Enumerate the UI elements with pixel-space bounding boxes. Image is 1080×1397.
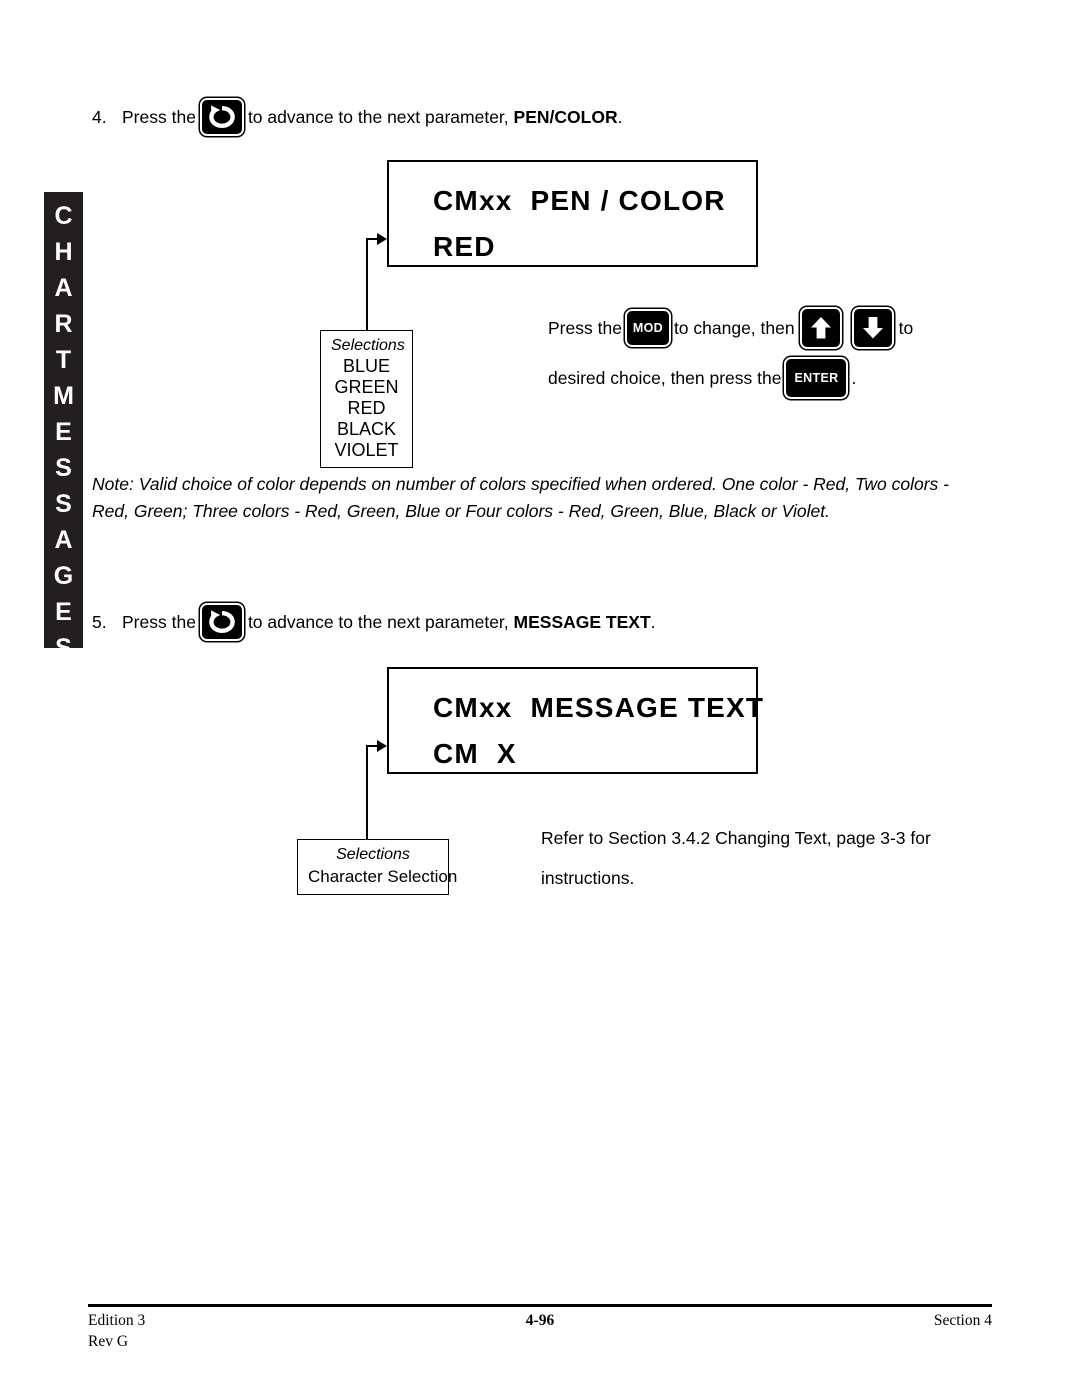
selections-box-character: Selections Character Selection — [297, 839, 458, 895]
lcd-display-pen-color: CMxx PEN / COLOR RED — [387, 160, 758, 267]
tab-letter: T — [55, 346, 72, 374]
step-5-parameter-name: MESSAGE TEXT — [513, 611, 651, 632]
step-5: 5. Press the to advance to the next para… — [92, 603, 656, 641]
connector-arrowhead-2 — [377, 740, 387, 752]
footer-edition-block: Edition 3 Rev G — [88, 1310, 145, 1352]
tab-letter: S — [55, 454, 72, 482]
tab-letter: S — [55, 490, 72, 518]
manual-page: C H A R T M E S S A G E S 4. Press the t… — [0, 0, 1080, 1397]
selection-option: BLUE — [342, 356, 391, 376]
arrow-up-icon — [810, 317, 831, 339]
footer-revision: Rev G — [88, 1333, 129, 1350]
instruction-period: . — [851, 367, 857, 388]
step-4-text-after: . — [617, 106, 623, 127]
section-tab-chart-messages: C H A R T M E S S A G E S — [44, 192, 83, 662]
lcd-display-message-text: CMxx MESSAGE TEXT CM X — [387, 667, 765, 774]
instruction-row-1: Press the MOD to change, then to — [548, 305, 913, 351]
refresh-icon — [209, 610, 235, 634]
footer-section: Section 4 — [933, 1312, 992, 1329]
enter-button[interactable]: ENTER — [784, 357, 849, 399]
tab-letter: H — [54, 238, 73, 266]
step-5-text-after: . — [650, 611, 656, 632]
lcd-line-2: RED — [433, 231, 496, 262]
tab-letter: G — [53, 562, 74, 590]
tab-letter: A — [54, 526, 73, 554]
lcd-line-2: CM X — [433, 738, 517, 769]
step-5-text-before: Press the — [122, 611, 196, 632]
refer-line-1: Refer to Section 3.4.2 Changing Text, pa… — [541, 828, 931, 848]
refer-line-2: instructions. — [541, 868, 635, 888]
selections-box-colors: Selections BLUE GREEN RED BLACK VIOLET — [320, 330, 413, 468]
instruction-block-change-value: Press the MOD to change, then to desired… — [548, 305, 913, 405]
down-arrow-button[interactable] — [851, 307, 894, 349]
footer-divider — [88, 1304, 992, 1307]
selection-option: RED — [347, 398, 386, 418]
step-4: 4. Press the to advance to the next para… — [92, 98, 622, 136]
instruction-to-word: to — [898, 317, 914, 338]
instruction-press-the: Press the — [548, 317, 622, 338]
step-4-number: 4. — [92, 106, 107, 127]
selection-option: GREEN — [334, 377, 399, 397]
footer-page-number: 4-96 — [525, 1312, 555, 1329]
step-5-number: 5. — [92, 611, 107, 632]
selection-option: Character Selection — [308, 867, 458, 886]
tab-letter: R — [54, 310, 73, 338]
tab-letter: E — [55, 418, 72, 446]
instruction-row-2: desired choice, then press the ENTER . — [548, 351, 913, 405]
lcd-line-1: CMxx MESSAGE TEXT — [433, 692, 765, 723]
refer-instruction: Refer to Section 3.4.2 Changing Text, pa… — [541, 818, 931, 898]
selection-option: BLACK — [336, 419, 397, 439]
refresh-icon-button-step5[interactable] — [199, 603, 244, 641]
footer-edition: Edition 3 — [88, 1312, 146, 1329]
tab-letter: M — [53, 382, 74, 410]
selection-option: VIOLET — [334, 440, 399, 460]
lcd-line-1: CMxx PEN / COLOR — [433, 185, 726, 216]
instruction-to-change-then: to change, then — [673, 317, 795, 338]
step-4-parameter-name: PEN/COLOR — [513, 106, 618, 127]
step-4-text-middle: to advance to the next parameter, — [247, 106, 509, 127]
tab-letter: A — [54, 274, 73, 302]
enter-button-label: ENTER — [794, 371, 839, 385]
connector-arrowhead-1 — [377, 233, 387, 245]
selections-heading: Selections — [336, 846, 410, 863]
note-color-availability: Note: Valid choice of color depends on n… — [92, 474, 949, 521]
selections-heading: Selections — [331, 337, 405, 354]
step-4-text-before: Press the — [122, 106, 196, 127]
mod-button-label: MOD — [632, 321, 663, 335]
arrow-down-icon — [862, 317, 883, 339]
tab-letter: S — [55, 634, 72, 662]
step-5-text-middle: to advance to the next parameter, — [247, 611, 509, 632]
tab-letter: C — [54, 202, 73, 230]
mod-button[interactable]: MOD — [624, 309, 671, 347]
tab-letter: E — [55, 598, 72, 626]
up-arrow-button[interactable] — [799, 307, 842, 349]
refresh-icon — [209, 105, 235, 129]
instruction-desired-choice: desired choice, then press the — [548, 367, 782, 388]
refresh-icon-button-step4[interactable] — [199, 98, 244, 136]
connector-vertical-2 — [366, 745, 369, 841]
connector-vertical-1 — [366, 238, 369, 332]
